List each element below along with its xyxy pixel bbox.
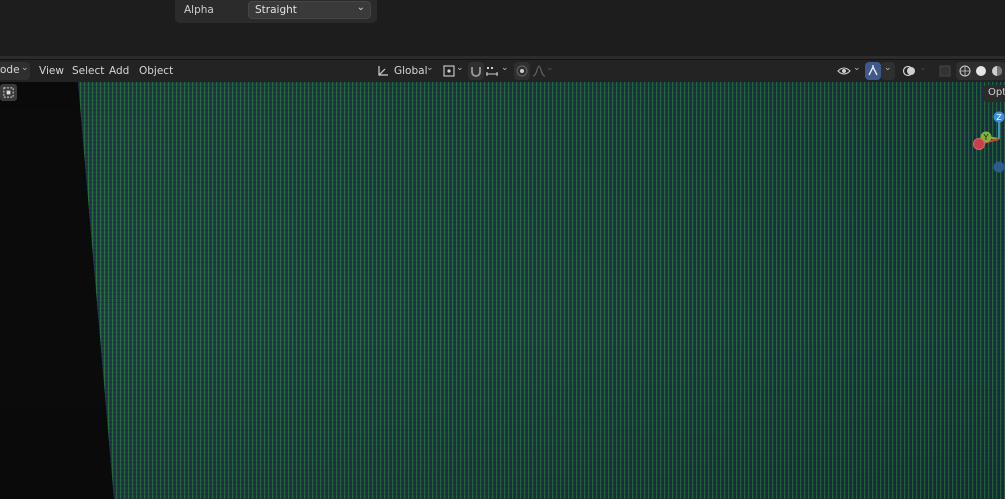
visibility-dropdown[interactable]: ⌄ <box>836 62 862 80</box>
chevron-down-icon: ⌄ <box>21 63 29 73</box>
chevron-down-icon: ⌄ <box>853 63 861 73</box>
eye-icon <box>837 67 851 75</box>
options-label: Opti <box>988 87 1005 98</box>
snap-target-dropdown[interactable]: ⌄ <box>484 62 510 80</box>
xray-icon <box>939 65 951 77</box>
chevron-down-icon: ⌄ <box>356 2 365 13</box>
z-axis-label: Z <box>996 113 1002 122</box>
chevron-down-icon: ⌄ <box>884 63 892 73</box>
chevron-down-icon: ⌄ <box>546 63 554 73</box>
chevron-down-icon: ⌄ <box>426 63 434 73</box>
chevron-down-icon: ⌄ <box>919 63 927 73</box>
gizmo-dropdown[interactable]: ⌄ <box>881 62 895 80</box>
overlay-circles-icon <box>902 65 915 77</box>
proportional-edit-icon <box>516 65 528 77</box>
chevron-down-icon: ⌄ <box>501 63 509 73</box>
menu-add[interactable]: Add <box>109 65 129 77</box>
neg-z-axis-handle[interactable] <box>993 161 1005 173</box>
overlays-dropdown[interactable]: ⌄ <box>900 62 927 80</box>
material-shading-icon[interactable] <box>990 64 1004 78</box>
textured-plane <box>78 82 1005 499</box>
mode-label: ode <box>0 64 20 76</box>
alpha-label: Alpha <box>184 4 214 16</box>
orientation-label: Global <box>394 65 428 77</box>
xray-toggle[interactable] <box>938 62 952 80</box>
x-axis-handle[interactable] <box>973 138 985 150</box>
navigation-gizmo[interactable]: Z Y <box>965 108 1005 174</box>
pivot-icon <box>443 65 455 77</box>
options-button[interactable]: Opti <box>983 85 1005 102</box>
select-box-icon <box>3 87 14 98</box>
transform-orientation-dropdown[interactable]: Global ⌄ <box>373 62 436 80</box>
menu-object[interactable]: Object <box>139 65 173 77</box>
proportional-editing-toggle[interactable] <box>514 62 530 80</box>
alpha-panel: Alpha Straight ⌄ <box>175 0 377 23</box>
wireframe-shading-icon[interactable] <box>958 64 972 78</box>
snap-toggle[interactable] <box>468 62 484 80</box>
alpha-dropdown[interactable]: Straight ⌄ <box>248 1 371 19</box>
falloff-curve-icon <box>532 65 546 77</box>
properties-area: Alpha Straight ⌄ <box>0 0 1005 57</box>
snap-increment-icon <box>486 67 498 76</box>
shading-modes <box>956 62 1005 80</box>
menu-select[interactable]: Select <box>72 65 104 77</box>
chevron-down-icon: ⌄ <box>456 63 464 73</box>
toolbar-select-tool[interactable] <box>0 84 17 101</box>
3d-viewport[interactable]: Opti Z Y <box>0 82 1005 499</box>
menu-view[interactable]: View <box>39 65 64 77</box>
proportional-falloff-dropdown[interactable]: ⌄ <box>531 62 554 80</box>
solid-shading-icon[interactable] <box>974 64 988 78</box>
magnet-icon <box>471 67 481 77</box>
pivot-point-dropdown[interactable]: ⌄ <box>441 62 465 80</box>
gizmo-icon <box>868 65 878 76</box>
alpha-dropdown-value: Straight <box>255 4 297 16</box>
gizmo-toggle[interactable] <box>865 62 881 80</box>
orientation-axes-icon <box>378 66 388 76</box>
mode-dropdown[interactable]: ode ⌄ <box>0 62 30 80</box>
viewport-header: ode ⌄ View Select Add Object Global ⌄ ⌄ … <box>0 60 1005 82</box>
